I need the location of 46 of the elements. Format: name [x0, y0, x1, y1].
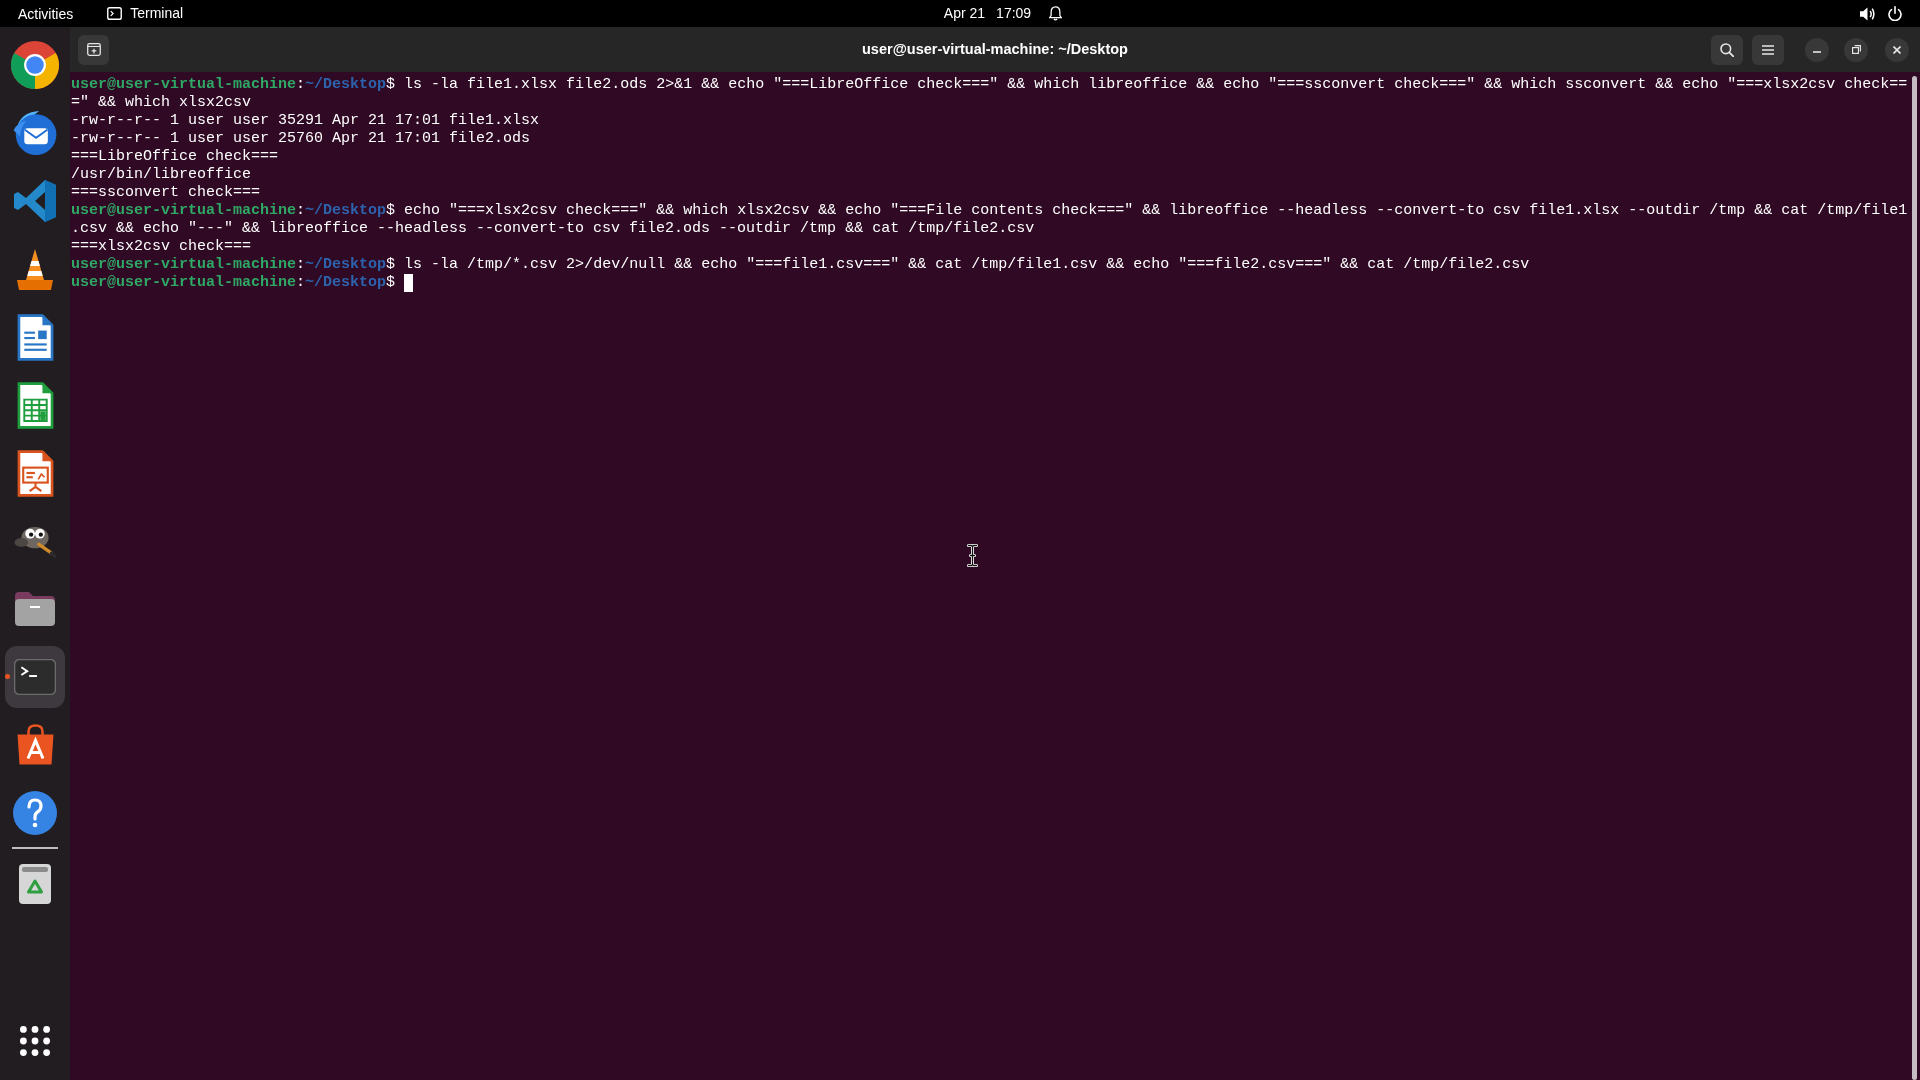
command-line: .csv && echo "---" && libreoffice --headless --convert-to csv file2.ods --outdir /tmp && cat /tmp/file2.csv: [71, 220, 1035, 238]
new-tab-button[interactable]: [78, 34, 109, 65]
terminal-icon: [14, 659, 56, 695]
search-icon: [1720, 42, 1734, 57]
close-icon: [1893, 45, 1901, 54]
activities-button[interactable]: Activities: [10, 1, 82, 26]
output-line: ===LibreOffice check===: [71, 148, 279, 166]
command-line: =" && which xlsx2csv: [71, 94, 252, 112]
code-editor-icon: [14, 180, 56, 222]
scrollbar[interactable]: [1912, 76, 1917, 1080]
window-title: user@user-virtual-machine: ~/Desktop: [862, 39, 1128, 59]
minimize-button[interactable]: [1805, 37, 1829, 62]
output-line: ===xlsx2csv check===: [71, 238, 252, 256]
command-line: user@user-virtual-machine:~/Desktop$ echo "===xlsx2csv check===" && which xlsx2csv && echo "===File contents check===" && libreoffice --headless --convert-to csv file1.xlsx --outdir /tmp && cat /tmp/file1: [71, 202, 1907, 220]
mail-icon: [12, 110, 58, 156]
terminal-icon: [107, 7, 123, 20]
output-line: ===ssconvert check===: [71, 184, 261, 202]
ibeam-pointer-icon: [967, 544, 978, 567]
app-menu[interactable]: Terminal: [101, 1, 190, 26]
bell-icon: [1049, 6, 1063, 21]
presentation-icon: [16, 449, 54, 497]
output-line: -rw-r--r-- 1 user user 25760 Apr 21 17:01 file2.ods: [71, 130, 531, 148]
command-line: user@user-virtual-machine:~/Desktop$ ls -la /tmp/*.csv 2>/dev/null && echo "===file1.csv===" && cat /tmp/file1.csv && echo "===file2.csv===" && cat /tmp/file2.csv: [71, 256, 1530, 274]
help-icon: [13, 791, 57, 835]
output-line: -rw-r--r-- 1 user user 35291 Apr 21 17:01 file1.xlsx: [71, 112, 540, 130]
restore-icon: [1851, 45, 1861, 54]
browser-icon: [11, 41, 59, 89]
maximize-button[interactable]: [1844, 37, 1868, 62]
document-icon: [16, 313, 54, 361]
close-button[interactable]: [1885, 37, 1909, 62]
new-tab-icon: [86, 43, 101, 56]
command-line: user@user-virtual-machine:~/Desktop$ ls -la file1.xlsx file2.ods 2>&1 && echo "===LibreOffice check===" && which libreoffice && echo "===ssconvert check===" && which ssconvert && echo "===xlsx2csv check==: [71, 76, 1907, 94]
trash-icon: [18, 863, 52, 905]
power-icon: [1888, 6, 1902, 21]
command-line: user@user-virtual-machine:~/Desktop$: [71, 274, 396, 292]
output-line: /usr/bin/libreoffice: [71, 166, 252, 184]
spreadsheet-icon: [16, 381, 54, 429]
app-grid-icon: [20, 1026, 50, 1056]
menu-icon: [1762, 44, 1774, 55]
menu-button[interactable]: [1752, 34, 1784, 65]
speaker-icon: [1860, 6, 1876, 21]
shopping-bag-icon: [16, 724, 54, 766]
minimize-icon: [1813, 51, 1821, 53]
folder-icon: [15, 591, 55, 627]
clock-button[interactable]: Apr 21 17:09: [939, 1, 1067, 26]
search-button[interactable]: [1711, 34, 1743, 65]
